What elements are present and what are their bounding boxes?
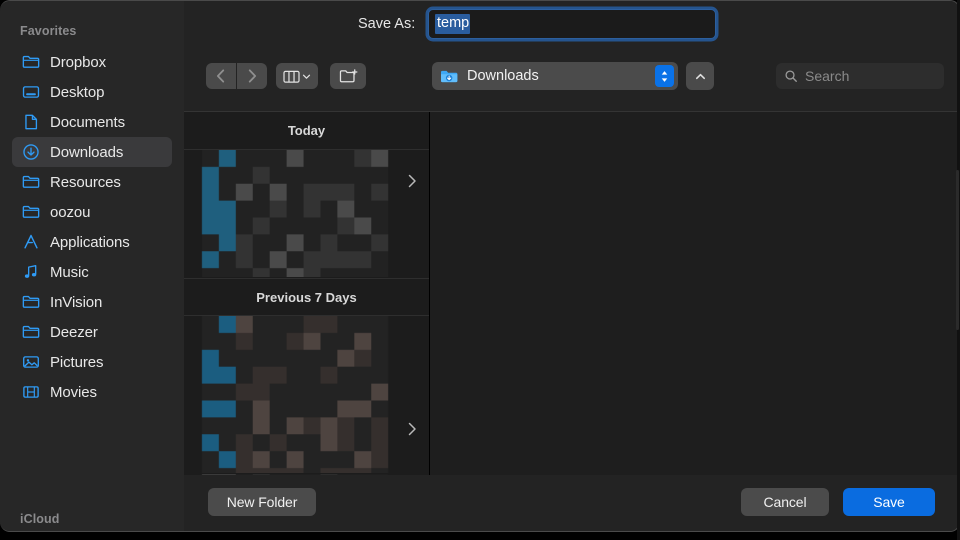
sidebar-item-label: Desktop bbox=[50, 83, 105, 101]
sidebar-item-dropbox[interactable]: Dropbox bbox=[12, 47, 172, 77]
file-browser: Today Previous 7 Days bbox=[184, 111, 959, 475]
sidebar-item-label: Pictures bbox=[50, 353, 104, 371]
group-header-previous-7-days: Previous 7 Days bbox=[184, 278, 429, 316]
sidebar-item-label: Downloads bbox=[50, 143, 124, 161]
sidebar-item-pictures[interactable]: Pictures bbox=[12, 347, 172, 377]
applications-icon bbox=[22, 233, 40, 251]
filename-value: temp bbox=[435, 14, 471, 34]
redacted-thumbnail bbox=[184, 150, 429, 278]
sidebar-section-icloud: iCloud bbox=[20, 512, 60, 526]
movies-icon bbox=[22, 383, 40, 401]
desktop-icon bbox=[22, 83, 40, 101]
chevron-up-icon bbox=[695, 73, 705, 79]
sidebar-item-label: Dropbox bbox=[50, 53, 106, 71]
sidebar-item-applications[interactable]: Applications bbox=[12, 227, 172, 257]
folder-icon bbox=[22, 173, 40, 191]
sidebar-item-label: Movies bbox=[50, 383, 97, 401]
folder-icon bbox=[22, 323, 40, 341]
chevron-left-icon bbox=[216, 69, 225, 83]
downloads-icon bbox=[22, 143, 40, 161]
sidebar-item-movies[interactable]: Movies bbox=[12, 377, 172, 407]
sidebar-item-label: oozou bbox=[50, 203, 91, 221]
chevron-right-icon bbox=[248, 69, 257, 83]
folder-icon bbox=[22, 293, 40, 311]
chevron-down-icon bbox=[302, 74, 311, 79]
file-list-column[interactable]: Today Previous 7 Days bbox=[184, 112, 430, 475]
sidebar-item-deezer[interactable]: Deezer bbox=[12, 317, 172, 347]
new-folder-toolbar-button[interactable] bbox=[330, 63, 366, 89]
sidebar-item-label: InVision bbox=[50, 293, 103, 311]
chevron-right-icon[interactable] bbox=[407, 174, 417, 188]
group-header-today: Today bbox=[184, 112, 429, 150]
path-popup-label: Downloads bbox=[467, 68, 539, 84]
search-input[interactable]: Search bbox=[776, 63, 944, 89]
sidebar-item-label: Music bbox=[50, 263, 89, 281]
sidebar-item-label: Applications bbox=[50, 233, 130, 251]
go-up-button[interactable] bbox=[686, 62, 714, 90]
save-button[interactable]: Save bbox=[843, 488, 935, 516]
sidebar-item-label: Documents bbox=[50, 113, 125, 131]
save-as-label: Save As: bbox=[358, 16, 416, 32]
sidebar-item-documents[interactable]: Documents bbox=[12, 107, 172, 137]
sidebar-item-resources[interactable]: Resources bbox=[12, 167, 172, 197]
column-view-icon bbox=[283, 70, 300, 83]
file-group-today-rows[interactable] bbox=[184, 150, 429, 278]
navigation-toolbar: Downloads Search bbox=[184, 53, 959, 97]
document-icon bbox=[22, 113, 40, 131]
sidebar: Favorites Dropbox Desktop Documents Downloa… bbox=[0, 1, 184, 531]
new-folder-button[interactable]: New Folder bbox=[208, 488, 316, 516]
sidebar-item-label: Deezer bbox=[50, 323, 98, 341]
up-down-stepper-icon[interactable] bbox=[655, 65, 674, 87]
sidebar-list: Dropbox Desktop Documents Downloads Resource… bbox=[0, 47, 184, 407]
preview-column bbox=[430, 112, 959, 475]
save-dialog: Favorites Dropbox Desktop Documents Downloa… bbox=[0, 0, 960, 532]
folder-icon bbox=[22, 203, 40, 221]
search-placeholder: Search bbox=[805, 68, 850, 84]
filename-input[interactable]: temp bbox=[428, 9, 716, 39]
path-popup-button[interactable]: Downloads bbox=[432, 62, 678, 90]
sidebar-item-oozou[interactable]: oozou bbox=[12, 197, 172, 227]
view-mode-button[interactable] bbox=[276, 63, 318, 89]
redacted-thumbnail bbox=[184, 316, 429, 474]
dialog-toolbar: Save As: temp Downloads Search bbox=[184, 1, 959, 111]
downloads-folder-icon bbox=[441, 70, 458, 82]
back-button[interactable] bbox=[206, 63, 236, 89]
stepper-arrows-icon bbox=[661, 70, 668, 82]
new-folder-icon bbox=[339, 68, 357, 82]
folder-icon bbox=[22, 53, 40, 71]
scrollbar[interactable] bbox=[956, 170, 959, 330]
dialog-footer: New Folder Cancel Save bbox=[184, 475, 959, 531]
sidebar-section-favorites: Favorites bbox=[20, 24, 77, 38]
search-icon bbox=[785, 70, 797, 82]
sidebar-item-desktop[interactable]: Desktop bbox=[12, 77, 172, 107]
sidebar-item-label: Resources bbox=[50, 173, 121, 191]
chevron-right-icon[interactable] bbox=[407, 422, 417, 436]
save-as-row: Save As: temp bbox=[184, 9, 959, 41]
pictures-icon bbox=[22, 353, 40, 371]
forward-button[interactable] bbox=[237, 63, 267, 89]
sidebar-item-invision[interactable]: InVision bbox=[12, 287, 172, 317]
sidebar-item-music[interactable]: Music bbox=[12, 257, 172, 287]
music-icon bbox=[22, 263, 40, 281]
file-group-previous-rows[interactable] bbox=[184, 316, 429, 474]
sidebar-item-downloads[interactable]: Downloads bbox=[12, 137, 172, 167]
cancel-button[interactable]: Cancel bbox=[741, 488, 829, 516]
